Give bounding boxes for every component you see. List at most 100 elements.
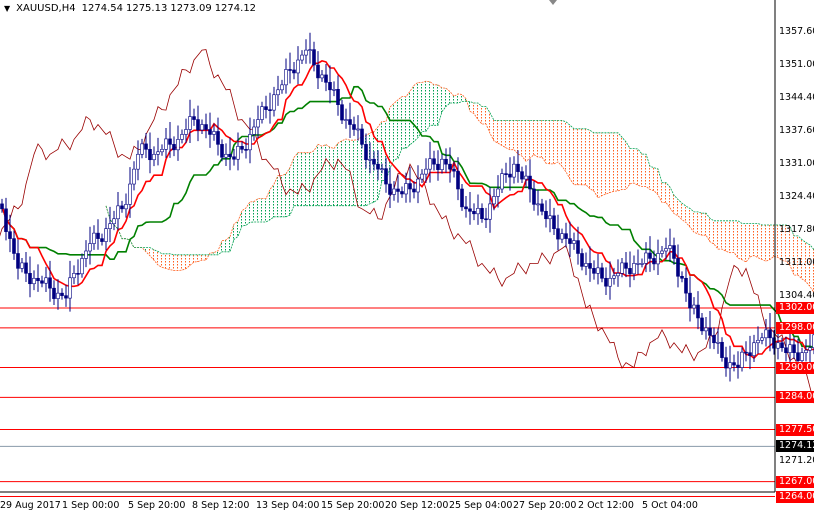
candle-body: [404, 183, 408, 195]
cloud-segment: [570, 125, 574, 185]
candle-body: [548, 215, 552, 220]
candle-body: [316, 64, 320, 79]
price-chart[interactable]: [0, 0, 814, 514]
cloud-segment: [526, 120, 530, 162]
cloud-segment: [230, 224, 234, 252]
cloud-segment: [730, 220, 734, 253]
candle-body: [212, 131, 216, 135]
candle-body: [328, 82, 332, 91]
candle-body: [784, 347, 788, 353]
cloud-segment: [482, 106, 486, 124]
candle-body: [332, 89, 336, 91]
candle-body: [800, 352, 804, 361]
candle-body: [712, 335, 716, 344]
candle-body: [188, 116, 192, 130]
cloud-segment: [638, 149, 642, 187]
cloud-segment: [702, 213, 706, 236]
cloud-segment: [174, 254, 178, 271]
cloud-segment: [770, 225, 774, 260]
candle-body: [292, 69, 296, 74]
time-tick-label: 27 Sep 20:00: [513, 500, 577, 511]
candle-body: [628, 268, 632, 275]
cloud-segment: [542, 120, 546, 164]
cloud-segment: [330, 147, 334, 206]
cloud-segment: [310, 150, 314, 206]
cloud-segment: [658, 168, 662, 203]
ohlc-close: 1274.12: [214, 3, 257, 14]
cloud-segment: [354, 139, 358, 206]
candle-body: [164, 138, 168, 150]
candle-body: [516, 163, 520, 172]
candle-body: [312, 49, 316, 66]
chart-shift-marker-icon[interactable]: [549, 0, 557, 5]
cloud-segment: [182, 254, 186, 271]
candle-body: [680, 275, 684, 279]
cloud-segment: [222, 240, 226, 252]
time-tick-label: 15 Sep 20:00: [321, 500, 385, 511]
candle-body: [52, 287, 56, 299]
candle-body: [308, 49, 312, 51]
candle-body: [704, 327, 708, 332]
candle-body: [300, 54, 304, 61]
time-tick-label: 1 Sep 00:00: [62, 500, 120, 511]
candle-body: [256, 119, 260, 128]
cloud-segment: [306, 152, 310, 206]
cloud-segment: [146, 247, 150, 256]
candle-body: [492, 196, 496, 205]
cloud-segment: [518, 120, 522, 157]
cloud-segment: [566, 121, 570, 179]
price-tick-label: 1357.60: [779, 26, 814, 38]
cloud-segment: [754, 223, 758, 258]
candle-body: [436, 163, 440, 170]
candle-body: [804, 349, 808, 353]
candle-body: [340, 104, 344, 121]
cloud-segment: [590, 130, 594, 192]
dropdown-triangle-icon[interactable]: ▼: [4, 4, 10, 13]
candle-body: [708, 327, 712, 336]
price-tick-label: 1271.20: [779, 454, 814, 466]
level-price-label: 1284.00: [776, 391, 814, 404]
candle-body: [420, 173, 424, 180]
candle-body: [380, 168, 384, 170]
candle-body: [88, 243, 92, 252]
candle-body: [456, 170, 460, 190]
cloud-segment: [434, 84, 438, 126]
cloud-segment: [710, 218, 714, 245]
candle-body: [760, 337, 764, 341]
cloud-segment: [394, 99, 398, 160]
candle-body: [84, 250, 88, 259]
candle-body: [496, 188, 500, 197]
candle-body: [76, 273, 80, 275]
candle-body: [108, 223, 112, 229]
candle-body: [720, 341, 724, 358]
candle-body: [448, 163, 452, 170]
candle-body: [388, 183, 392, 195]
cloud-segment: [514, 120, 518, 154]
candle-body: [408, 183, 412, 190]
cloud-segment: [602, 132, 606, 196]
candle-body: [428, 158, 432, 170]
candle-body: [8, 231, 12, 239]
candle-body: [636, 263, 640, 265]
candle-body: [668, 245, 672, 249]
candle-body: [32, 277, 36, 285]
price-tick-label: 1331.00: [779, 158, 814, 170]
cloud-segment: [758, 223, 762, 260]
candle-body: [568, 238, 572, 244]
cloud-segment: [742, 223, 746, 262]
cloud-segment: [746, 223, 750, 262]
cloud-segment: [690, 208, 694, 233]
candle-body: [724, 357, 728, 369]
candle-body: [276, 89, 280, 96]
candle-body: [620, 262, 624, 274]
level-price-label: 1264.00: [776, 490, 814, 503]
cloud-segment: [358, 136, 362, 206]
level-price-label: 1277.50: [776, 423, 814, 436]
cloud-segment: [370, 131, 374, 204]
cloud-segment: [674, 195, 678, 216]
candle-body: [80, 258, 84, 275]
candle-body: [752, 342, 756, 356]
candle-body: [612, 275, 616, 279]
candle-body: [424, 168, 428, 175]
time-tick-label: 20 Sep 12:00: [385, 500, 449, 511]
